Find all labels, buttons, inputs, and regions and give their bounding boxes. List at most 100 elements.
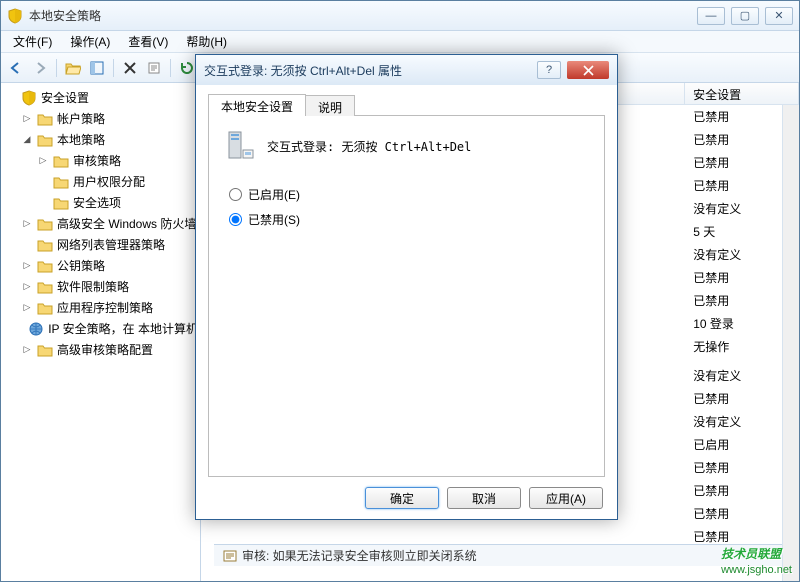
tree-item-label: 高级审核策略配置: [57, 341, 153, 358]
tree-item[interactable]: ◢ 本地策略: [1, 129, 200, 150]
tree-item[interactable]: ▷ 审核策略: [1, 150, 200, 171]
tree-panel[interactable]: 安全设置 ▷ 帐户策略 ◢ 本地策略 ▷ 审核策略用户权限分配安全选项 ▷ 高级安全 Wind…: [1, 83, 201, 581]
folder-icon: [37, 258, 53, 274]
tree-item-label: 高级安全 Windows 防火墙: [57, 215, 196, 232]
show-hide-tree-button[interactable]: [86, 57, 108, 79]
radio-enabled[interactable]: 已启用(E): [229, 186, 590, 203]
titlebar[interactable]: 本地安全策略 — ▢ ✕: [1, 1, 799, 31]
minimize-button[interactable]: —: [697, 7, 725, 25]
tree-item[interactable]: IP 安全策略，在 本地计算机: [1, 318, 200, 339]
menu-action[interactable]: 操作(A): [62, 31, 118, 52]
expand-icon[interactable]: ◢: [21, 134, 33, 145]
tree-item[interactable]: ▷ 应用程序控制策略: [1, 297, 200, 318]
dialog-close-button[interactable]: [567, 61, 609, 79]
apply-button[interactable]: 应用(A): [529, 487, 603, 509]
ok-button[interactable]: 确定: [365, 487, 439, 509]
folder-icon: [53, 195, 69, 211]
expand-icon[interactable]: ▷: [21, 302, 33, 313]
folder-icon: [37, 132, 53, 148]
dialog-body: 本地安全设置 说明 交互式登录: 无须按 Ctrl+Alt+Del 已启用(E)…: [196, 85, 617, 477]
dialog-heading-row: 交互式登录: 无须按 Ctrl+Alt+Del: [223, 130, 590, 162]
folder-icon: [53, 153, 69, 169]
tree-item-label: 软件限制策略: [57, 278, 129, 295]
tree-item-label: 帐户策略: [57, 110, 105, 127]
shield-icon: [21, 90, 37, 106]
radio-group: 已启用(E) 已禁用(S): [229, 186, 590, 228]
folder-icon: [53, 174, 69, 190]
tab-description[interactable]: 说明: [305, 95, 355, 116]
expand-icon[interactable]: ▷: [21, 218, 33, 229]
toolbar-separator: [56, 59, 57, 77]
dialog-tab-content: 交互式登录: 无须按 Ctrl+Alt+Del 已启用(E) 已禁用(S): [208, 116, 605, 477]
back-button[interactable]: [5, 57, 27, 79]
folder-icon: [37, 216, 53, 232]
tree-item-label: 网络列表管理器策略: [57, 236, 165, 253]
tree-item[interactable]: ▷ 帐户策略: [1, 108, 200, 129]
properties-dialog: 交互式登录: 无须按 Ctrl+Alt+Del 属性 ? 本地安全设置 说明 交…: [195, 54, 618, 520]
toolbar-separator: [170, 59, 171, 77]
list-col-setting[interactable]: 安全设置: [685, 83, 799, 104]
tree-item[interactable]: ▷ 高级审核策略配置: [1, 339, 200, 360]
watermark-url: www.jsgho.net: [721, 564, 792, 576]
maximize-button[interactable]: ▢: [731, 7, 759, 25]
vertical-scrollbar[interactable]: [782, 105, 799, 581]
statusbar-text: 审核: 如果无法记录安全审核则立即关闭系统: [242, 547, 477, 564]
menubar: 文件(F) 操作(A) 查看(V) 帮助(H): [1, 31, 799, 53]
tree-item[interactable]: ▷ 高级安全 Windows 防火墙: [1, 213, 200, 234]
radio-enabled-label: 已启用(E): [248, 186, 300, 203]
toolbar-separator: [113, 59, 114, 77]
tree-item[interactable]: 用户权限分配: [1, 171, 200, 192]
forward-button[interactable]: [29, 57, 51, 79]
statusbar: 审核: 如果无法记录安全审核则立即关闭系统: [214, 544, 782, 566]
delete-button[interactable]: [119, 57, 141, 79]
tree-root[interactable]: 安全设置: [1, 87, 200, 108]
expand-icon[interactable]: ▷: [21, 344, 33, 355]
folder-icon: [37, 237, 53, 253]
tree-item-label: 用户权限分配: [73, 173, 145, 190]
radio-enabled-input[interactable]: [229, 188, 242, 201]
tree-item-label: 公钥策略: [57, 257, 105, 274]
list-cell-name: [201, 528, 685, 545]
tree-item-label: IP 安全策略，在 本地计算机: [48, 320, 198, 337]
dialog-title: 交互式登录: 无须按 Ctrl+Alt+Del 属性: [204, 62, 537, 79]
expand-icon[interactable]: ▷: [21, 260, 33, 271]
tree-item-label: 应用程序控制策略: [57, 299, 153, 316]
tree-item[interactable]: ▷ 公钥策略: [1, 255, 200, 276]
ip-policy-icon: [28, 321, 44, 337]
watermark: 技术员联盟 www.jsgho.net: [721, 538, 792, 576]
tree-item[interactable]: 网络列表管理器策略: [1, 234, 200, 255]
tree-root-label: 安全设置: [41, 89, 89, 106]
server-icon: [223, 130, 255, 162]
expand-icon[interactable]: ▷: [37, 155, 49, 166]
window-controls: — ▢ ✕: [697, 7, 793, 25]
tab-local-security[interactable]: 本地安全设置: [208, 94, 306, 116]
menu-file[interactable]: 文件(F): [5, 31, 60, 52]
radio-disabled[interactable]: 已禁用(S): [229, 211, 590, 228]
up-button[interactable]: [62, 57, 84, 79]
dialog-titlebar[interactable]: 交互式登录: 无须按 Ctrl+Alt+Del 属性 ?: [196, 55, 617, 85]
folder-icon: [37, 342, 53, 358]
app-icon: [7, 8, 23, 24]
dialog-heading: 交互式登录: 无须按 Ctrl+Alt+Del: [267, 138, 471, 155]
expand-icon[interactable]: ▷: [21, 113, 33, 124]
tree-item-label: 本地策略: [57, 131, 105, 148]
tree-item[interactable]: ▷ 软件限制策略: [1, 276, 200, 297]
policy-icon: [222, 548, 238, 564]
tree-item[interactable]: 安全选项: [1, 192, 200, 213]
dialog-tabs: 本地安全设置 说明: [208, 93, 605, 116]
tree-item-label: 审核策略: [73, 152, 121, 169]
radio-disabled-label: 已禁用(S): [248, 211, 300, 228]
window-title: 本地安全策略: [29, 7, 697, 24]
watermark-text: 技术员联盟: [721, 547, 781, 561]
radio-disabled-input[interactable]: [229, 213, 242, 226]
dialog-footer: 确定 取消 应用(A): [196, 477, 617, 519]
dialog-help-button[interactable]: ?: [537, 61, 561, 79]
expand-icon[interactable]: ▷: [21, 281, 33, 292]
folder-icon: [37, 111, 53, 127]
menu-view[interactable]: 查看(V): [120, 31, 176, 52]
folder-icon: [37, 300, 53, 316]
close-button[interactable]: ✕: [765, 7, 793, 25]
menu-help[interactable]: 帮助(H): [178, 31, 235, 52]
properties-button[interactable]: [143, 57, 165, 79]
cancel-button[interactable]: 取消: [447, 487, 521, 509]
